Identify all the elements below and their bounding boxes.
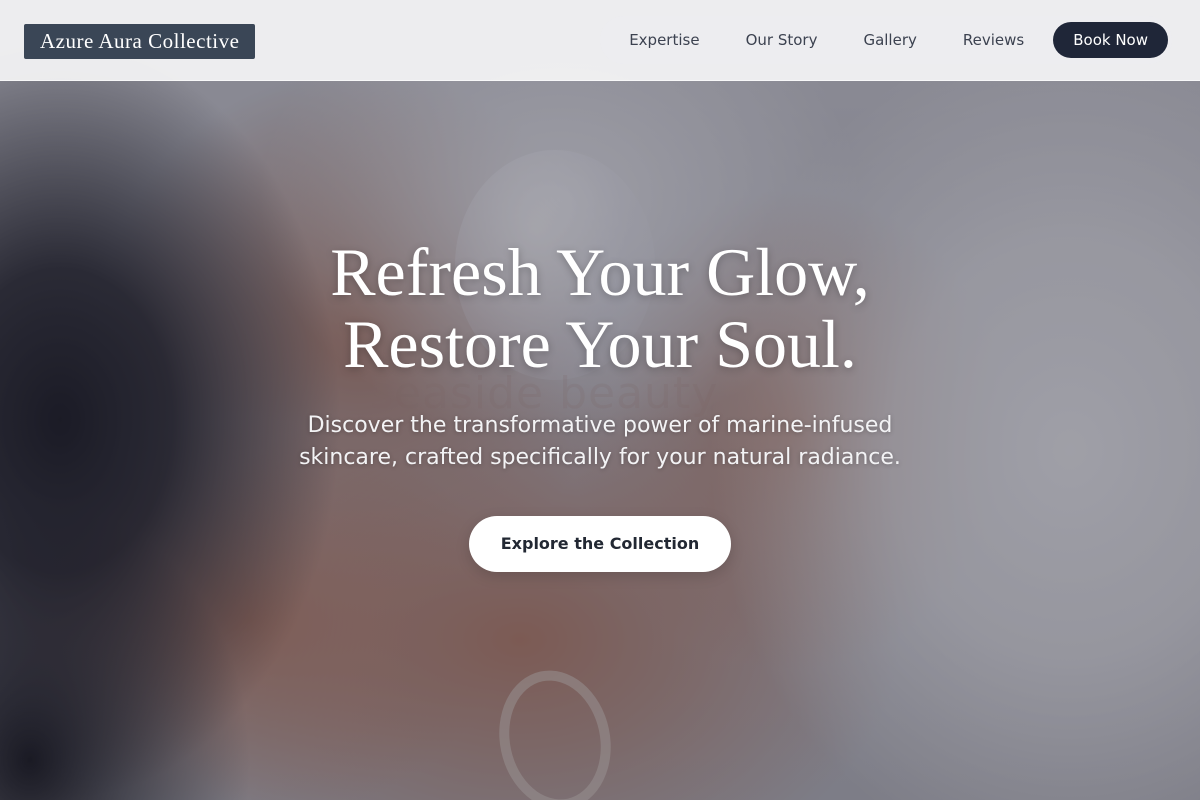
hero-subheadline-line-2: skincare, crafted specifically for your … <box>299 445 901 470</box>
nav-link-our-story[interactable]: Our Story <box>723 22 841 58</box>
main-nav: Expertise Our Story Gallery Reviews Book… <box>600 16 1172 64</box>
hero-subheadline: Discover the transformative power of mar… <box>260 410 940 474</box>
hero-headline-line-2: Restore Your Soul. <box>343 306 857 382</box>
hero-section: Refresh Your Glow, Restore Your Soul. Di… <box>0 236 1200 572</box>
explore-collection-button[interactable]: Explore the Collection <box>469 516 731 572</box>
hero-headline: Refresh Your Glow, Restore Your Soul. <box>0 236 1200 380</box>
hero-headline-line-1: Refresh Your Glow, <box>330 234 870 310</box>
nav-link-reviews[interactable]: Reviews <box>940 22 1047 58</box>
book-now-button[interactable]: Book Now <box>1053 22 1168 58</box>
nav-link-gallery[interactable]: Gallery <box>840 22 939 58</box>
site-header: Azure Aura Collective Expertise Our Stor… <box>0 0 1200 81</box>
nav-link-expertise[interactable]: Expertise <box>606 22 722 58</box>
hero-subheadline-line-1: Discover the transformative power of mar… <box>307 413 893 438</box>
brand-logo[interactable]: Azure Aura Collective <box>24 24 256 59</box>
